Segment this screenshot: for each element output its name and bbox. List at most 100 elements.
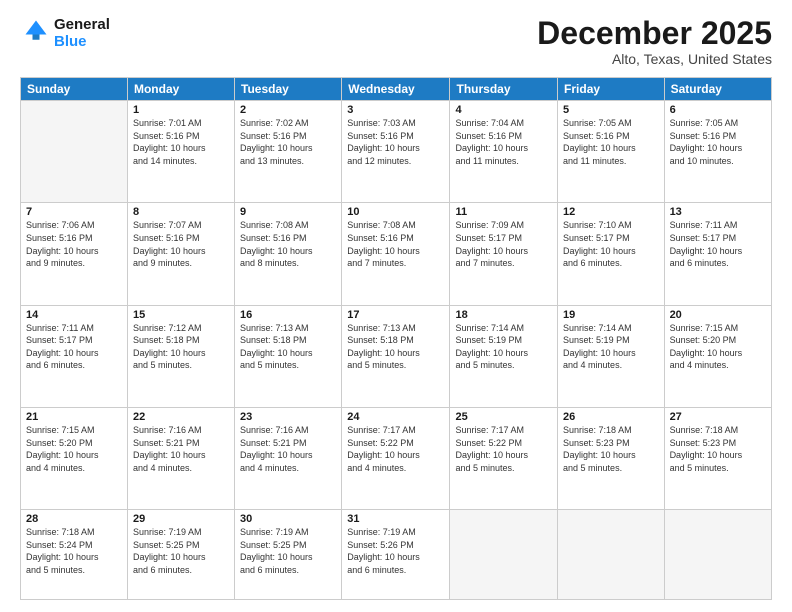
day-number: 12	[563, 206, 659, 218]
calendar-cell: 9Sunrise: 7:08 AMSunset: 5:16 PMDaylight…	[235, 203, 342, 305]
day-info: Sunrise: 7:11 AMSunset: 5:17 PMDaylight:…	[26, 322, 122, 372]
day-info: Sunrise: 7:09 AMSunset: 5:17 PMDaylight:…	[455, 219, 552, 269]
calendar-cell: 1Sunrise: 7:01 AMSunset: 5:16 PMDaylight…	[127, 101, 234, 203]
day-number: 6	[670, 104, 766, 116]
calendar-cell: 3Sunrise: 7:03 AMSunset: 5:16 PMDaylight…	[342, 101, 450, 203]
day-number: 31	[347, 513, 444, 525]
day-info: Sunrise: 7:16 AMSunset: 5:21 PMDaylight:…	[133, 424, 229, 474]
day-info: Sunrise: 7:19 AMSunset: 5:25 PMDaylight:…	[240, 526, 336, 576]
day-number: 10	[347, 206, 444, 218]
day-number: 9	[240, 206, 336, 218]
day-number: 2	[240, 104, 336, 116]
day-info: Sunrise: 7:11 AMSunset: 5:17 PMDaylight:…	[670, 219, 766, 269]
day-info: Sunrise: 7:07 AMSunset: 5:16 PMDaylight:…	[133, 219, 229, 269]
calendar-cell: 26Sunrise: 7:18 AMSunset: 5:23 PMDayligh…	[558, 407, 665, 509]
day-info: Sunrise: 7:01 AMSunset: 5:16 PMDaylight:…	[133, 117, 229, 167]
calendar-cell: 5Sunrise: 7:05 AMSunset: 5:16 PMDaylight…	[558, 101, 665, 203]
calendar-cell: 6Sunrise: 7:05 AMSunset: 5:16 PMDaylight…	[664, 101, 771, 203]
day-info: Sunrise: 7:12 AMSunset: 5:18 PMDaylight:…	[133, 322, 229, 372]
calendar-cell: 27Sunrise: 7:18 AMSunset: 5:23 PMDayligh…	[664, 407, 771, 509]
day-info: Sunrise: 7:14 AMSunset: 5:19 PMDaylight:…	[455, 322, 552, 372]
day-info: Sunrise: 7:02 AMSunset: 5:16 PMDaylight:…	[240, 117, 336, 167]
logo-icon	[22, 17, 50, 45]
calendar-cell: 8Sunrise: 7:07 AMSunset: 5:16 PMDaylight…	[127, 203, 234, 305]
day-number: 27	[670, 411, 766, 423]
calendar-cell: 31Sunrise: 7:19 AMSunset: 5:26 PMDayligh…	[342, 510, 450, 600]
calendar-cell: 20Sunrise: 7:15 AMSunset: 5:20 PMDayligh…	[664, 305, 771, 407]
day-info: Sunrise: 7:19 AMSunset: 5:25 PMDaylight:…	[133, 526, 229, 576]
day-info: Sunrise: 7:15 AMSunset: 5:20 PMDaylight:…	[26, 424, 122, 474]
day-number: 19	[563, 309, 659, 321]
day-info: Sunrise: 7:19 AMSunset: 5:26 PMDaylight:…	[347, 526, 444, 576]
calendar-cell: 13Sunrise: 7:11 AMSunset: 5:17 PMDayligh…	[664, 203, 771, 305]
day-number: 21	[26, 411, 122, 423]
calendar-cell: 4Sunrise: 7:04 AMSunset: 5:16 PMDaylight…	[450, 101, 558, 203]
calendar-cell	[450, 510, 558, 600]
day-info: Sunrise: 7:13 AMSunset: 5:18 PMDaylight:…	[240, 322, 336, 372]
day-number: 29	[133, 513, 229, 525]
day-number: 25	[455, 411, 552, 423]
day-info: Sunrise: 7:14 AMSunset: 5:19 PMDaylight:…	[563, 322, 659, 372]
calendar-cell	[664, 510, 771, 600]
title-block: December 2025 Alto, Texas, United States	[537, 16, 772, 67]
day-number: 14	[26, 309, 122, 321]
day-number: 20	[670, 309, 766, 321]
logo: General Blue	[20, 16, 110, 51]
calendar-cell: 21Sunrise: 7:15 AMSunset: 5:20 PMDayligh…	[21, 407, 128, 509]
calendar-row-3: 14Sunrise: 7:11 AMSunset: 5:17 PMDayligh…	[21, 305, 772, 407]
calendar-cell: 2Sunrise: 7:02 AMSunset: 5:16 PMDaylight…	[235, 101, 342, 203]
calendar-cell: 19Sunrise: 7:14 AMSunset: 5:19 PMDayligh…	[558, 305, 665, 407]
day-info: Sunrise: 7:15 AMSunset: 5:20 PMDaylight:…	[670, 322, 766, 372]
calendar-subtitle: Alto, Texas, United States	[537, 51, 772, 67]
day-info: Sunrise: 7:17 AMSunset: 5:22 PMDaylight:…	[455, 424, 552, 474]
calendar-cell: 14Sunrise: 7:11 AMSunset: 5:17 PMDayligh…	[21, 305, 128, 407]
header-thursday: Thursday	[450, 78, 558, 101]
day-info: Sunrise: 7:18 AMSunset: 5:24 PMDaylight:…	[26, 526, 122, 576]
day-info: Sunrise: 7:13 AMSunset: 5:18 PMDaylight:…	[347, 322, 444, 372]
header-sunday: Sunday	[21, 78, 128, 101]
header-monday: Monday	[127, 78, 234, 101]
day-number: 1	[133, 104, 229, 116]
calendar-cell: 18Sunrise: 7:14 AMSunset: 5:19 PMDayligh…	[450, 305, 558, 407]
calendar-cell	[558, 510, 665, 600]
calendar-cell: 30Sunrise: 7:19 AMSunset: 5:25 PMDayligh…	[235, 510, 342, 600]
page: General Blue December 2025 Alto, Texas, …	[0, 0, 792, 612]
calendar-cell: 15Sunrise: 7:12 AMSunset: 5:18 PMDayligh…	[127, 305, 234, 407]
calendar-cell: 7Sunrise: 7:06 AMSunset: 5:16 PMDaylight…	[21, 203, 128, 305]
day-info: Sunrise: 7:10 AMSunset: 5:17 PMDaylight:…	[563, 219, 659, 269]
day-info: Sunrise: 7:03 AMSunset: 5:16 PMDaylight:…	[347, 117, 444, 167]
day-info: Sunrise: 7:18 AMSunset: 5:23 PMDaylight:…	[670, 424, 766, 474]
calendar-table: Sunday Monday Tuesday Wednesday Thursday…	[20, 77, 772, 600]
day-info: Sunrise: 7:18 AMSunset: 5:23 PMDaylight:…	[563, 424, 659, 474]
header-friday: Friday	[558, 78, 665, 101]
day-number: 30	[240, 513, 336, 525]
header-saturday: Saturday	[664, 78, 771, 101]
calendar-header-row: Sunday Monday Tuesday Wednesday Thursday…	[21, 78, 772, 101]
day-info: Sunrise: 7:05 AMSunset: 5:16 PMDaylight:…	[563, 117, 659, 167]
day-number: 4	[455, 104, 552, 116]
calendar-cell: 11Sunrise: 7:09 AMSunset: 5:17 PMDayligh…	[450, 203, 558, 305]
calendar-cell: 29Sunrise: 7:19 AMSunset: 5:25 PMDayligh…	[127, 510, 234, 600]
day-number: 5	[563, 104, 659, 116]
day-number: 8	[133, 206, 229, 218]
calendar-row-5: 28Sunrise: 7:18 AMSunset: 5:24 PMDayligh…	[21, 510, 772, 600]
day-number: 7	[26, 206, 122, 218]
calendar-row-2: 7Sunrise: 7:06 AMSunset: 5:16 PMDaylight…	[21, 203, 772, 305]
header-tuesday: Tuesday	[235, 78, 342, 101]
day-info: Sunrise: 7:04 AMSunset: 5:16 PMDaylight:…	[455, 117, 552, 167]
logo-blue: Blue	[54, 33, 110, 50]
day-info: Sunrise: 7:05 AMSunset: 5:16 PMDaylight:…	[670, 117, 766, 167]
calendar-title: December 2025	[537, 16, 772, 51]
day-info: Sunrise: 7:06 AMSunset: 5:16 PMDaylight:…	[26, 219, 122, 269]
calendar-cell: 22Sunrise: 7:16 AMSunset: 5:21 PMDayligh…	[127, 407, 234, 509]
day-info: Sunrise: 7:16 AMSunset: 5:21 PMDaylight:…	[240, 424, 336, 474]
day-number: 26	[563, 411, 659, 423]
day-number: 3	[347, 104, 444, 116]
day-number: 18	[455, 309, 552, 321]
calendar-cell: 25Sunrise: 7:17 AMSunset: 5:22 PMDayligh…	[450, 407, 558, 509]
calendar-cell: 16Sunrise: 7:13 AMSunset: 5:18 PMDayligh…	[235, 305, 342, 407]
day-number: 15	[133, 309, 229, 321]
header-wednesday: Wednesday	[342, 78, 450, 101]
calendar-cell: 24Sunrise: 7:17 AMSunset: 5:22 PMDayligh…	[342, 407, 450, 509]
day-number: 17	[347, 309, 444, 321]
